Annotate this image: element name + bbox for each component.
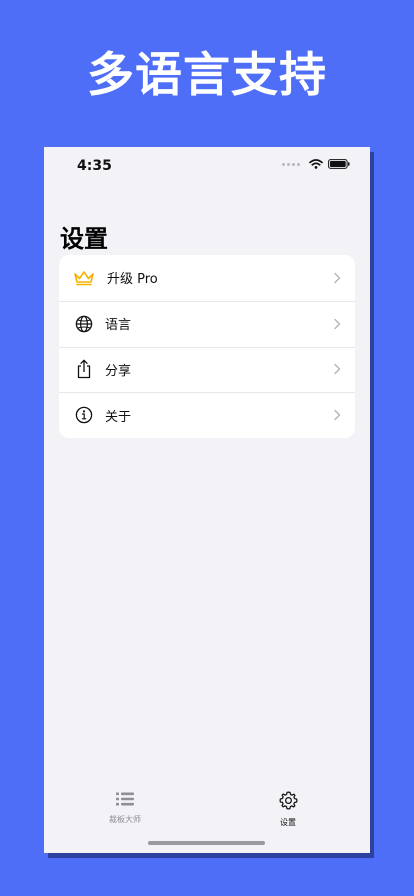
tab-label: 裁板大师: [109, 815, 141, 824]
settings-item-upgrade-pro[interactable]: 升级 Pro: [59, 255, 355, 301]
settings-item-about[interactable]: 关于: [59, 392, 355, 438]
chevron-right-icon: [334, 272, 341, 284]
page-title: 设置: [60, 225, 108, 253]
settings-item-label: 升级 Pro: [107, 272, 158, 288]
list-icon: [116, 792, 134, 806]
info-icon: [72, 403, 96, 427]
chevron-right-icon: [334, 364, 341, 375]
tab-label: 设置: [280, 818, 296, 827]
battery-icon: [328, 159, 350, 169]
home-indicator: [148, 841, 265, 845]
settings-item-language[interactable]: 语言: [59, 300, 355, 347]
gear-icon: [279, 791, 297, 810]
globe-icon: [72, 312, 96, 336]
phone-screen: 4:35 设置 升级 Pro 语言 分享 关于 裁板大师 设置: [44, 147, 370, 853]
signal-dots-icon: [282, 162, 300, 166]
chevron-right-icon: [334, 409, 341, 421]
settings-item-label: 关于: [105, 409, 132, 425]
chevron-right-icon: [334, 318, 341, 329]
tab-settings[interactable]: 设置: [258, 791, 318, 828]
settings-list: 升级 Pro 语言 分享 关于: [59, 255, 355, 438]
settings-item-share[interactable]: 分享: [59, 346, 355, 393]
crown-icon: [72, 266, 96, 290]
share-icon: [72, 357, 96, 381]
settings-item-label: 分享: [105, 363, 132, 379]
status-time: 4:35: [77, 158, 112, 174]
wifi-icon: [309, 159, 323, 169]
status-icons: [282, 159, 350, 169]
settings-item-label: 语言: [105, 318, 132, 334]
headline: 多语言支持: [87, 48, 327, 103]
tab-cutting-master[interactable]: 裁板大师: [95, 791, 155, 825]
